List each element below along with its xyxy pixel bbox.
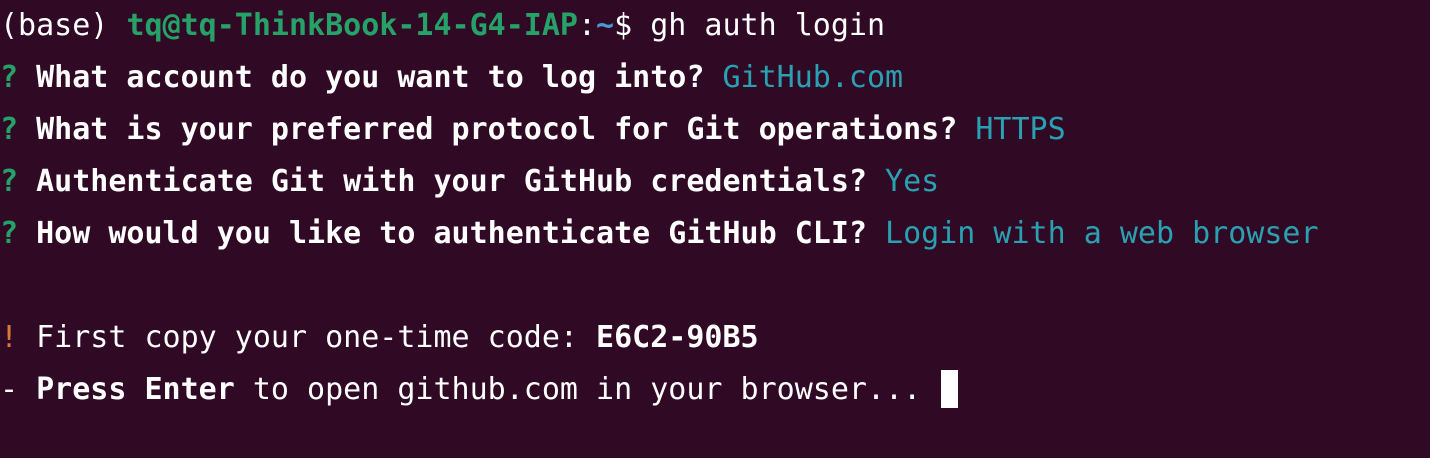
conda-env: (base) [0,8,127,43]
question-text: What is your preferred protocol for Git … [36,112,958,147]
text-cursor[interactable] [941,369,959,408]
question-line: ? What is your preferred protocol for Gi… [0,108,1430,160]
question-text: What account do you want to log into? [36,60,705,95]
question-marker: ? [0,60,37,95]
answer-text: HTTPS [975,112,1066,147]
question-line: ? What account do you want to log into? … [0,56,1430,108]
question-line: ? Authenticate Git with your GitHub cred… [0,160,1430,212]
command-line: (base) tq@tq-ThinkBook-14-G4-IAP:~$ gh a… [0,4,1430,56]
answer-text: Login with a web browser [885,216,1319,251]
press-enter-text: Press Enter [36,372,235,407]
prompt-path: ~ [596,8,615,43]
dash-marker: - [0,372,37,407]
code-instruction: First copy your one-time code: [36,320,597,355]
open-browser-text: to open github.com in your browser... [234,372,940,407]
warning-marker: ! [0,320,37,355]
question-marker: ? [0,112,37,147]
one-time-code: E6C2-90B5 [596,320,759,355]
prompt-symbol: $ [614,8,651,43]
prompt-user-host: tq@tq-ThinkBook-14-G4-IAP [126,8,578,43]
question-marker: ? [0,216,37,251]
question-text: Authenticate Git with your GitHub creden… [36,164,867,199]
terminal-window[interactable]: (base) tq@tq-ThinkBook-14-G4-IAP:~$ gh a… [0,0,1430,458]
command-text: gh auth login [650,8,886,43]
answer-text: Yes [885,164,940,199]
one-time-code-line: ! First copy your one-time code: E6C2-90… [0,316,1430,368]
question-line: ? How would you like to authenticate Git… [0,212,1430,264]
press-enter-line: - Press Enter to open github.com in your… [0,368,1430,420]
question-text: How would you like to authenticate GitHu… [36,216,867,251]
answer-text: GitHub.com [722,60,904,95]
prompt-separator: : [577,8,597,43]
question-marker: ? [0,164,37,199]
